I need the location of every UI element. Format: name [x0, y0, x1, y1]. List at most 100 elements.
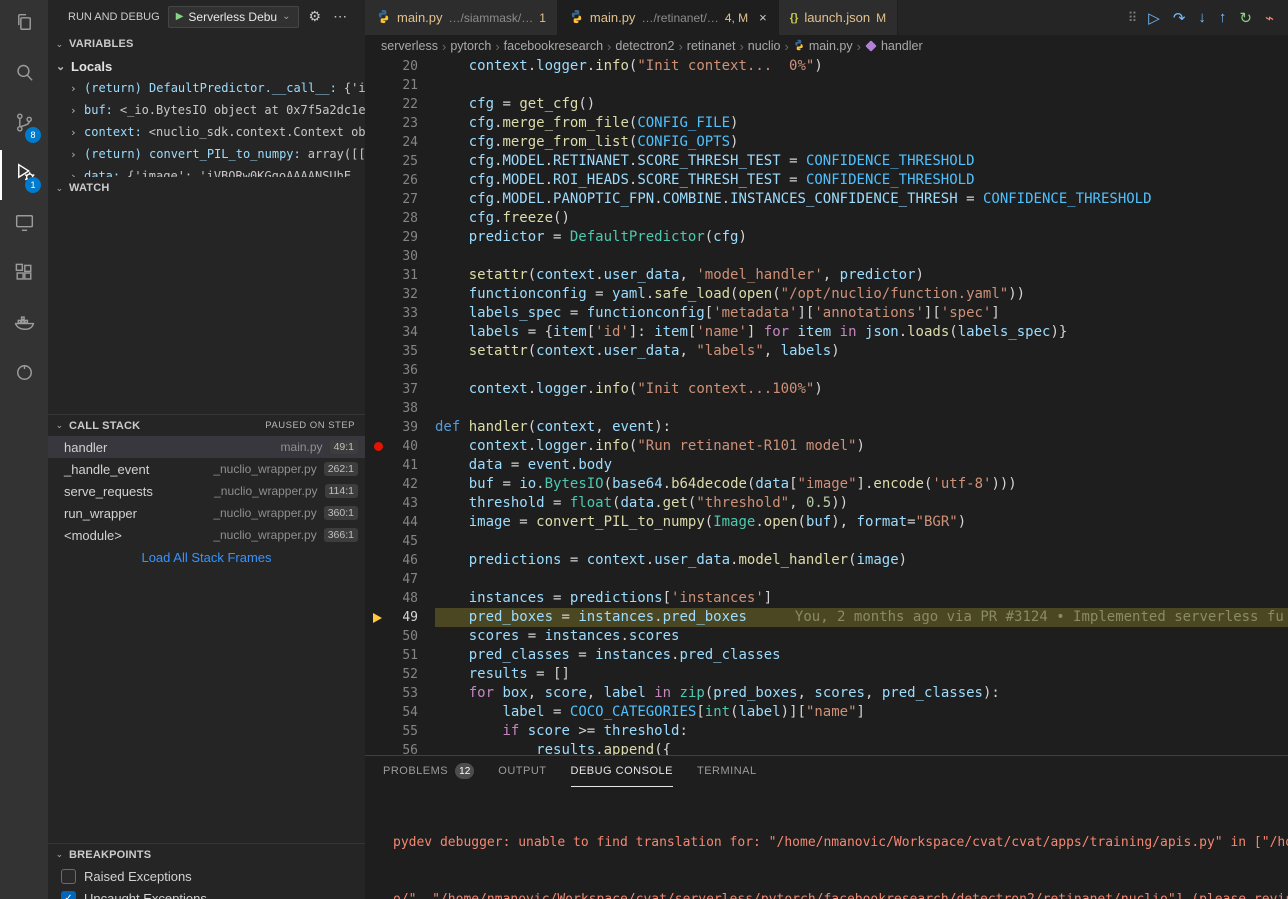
- sidebar-item-search[interactable]: [0, 50, 48, 100]
- gutter[interactable]: 56: [365, 743, 435, 755]
- chevron-right-icon[interactable]: ›: [70, 82, 81, 95]
- code-line[interactable]: 53 for box, score, label in zip(pred_box…: [365, 684, 1288, 703]
- stack-frame[interactable]: _handle_event _nuclio_wrapper.py 262:1: [48, 458, 365, 480]
- code-line[interactable]: 31 setattr(context.user_data, 'model_han…: [365, 266, 1288, 285]
- code-line[interactable]: 46 predictions = context.user_data.model…: [365, 551, 1288, 570]
- chevron-right-icon[interactable]: ›: [70, 170, 81, 178]
- gutter[interactable]: 28: [365, 211, 435, 226]
- sidebar-item-run-and-debug[interactable]: 1: [0, 150, 48, 200]
- code-line[interactable]: 54 label = COCO_CATEGORIES[int(label)]["…: [365, 703, 1288, 722]
- breakpoint-icon[interactable]: [374, 442, 383, 451]
- stack-frame[interactable]: <module> _nuclio_wrapper.py 366:1: [48, 524, 365, 546]
- gutter[interactable]: 31: [365, 268, 435, 283]
- code-line[interactable]: 38: [365, 399, 1288, 418]
- drag-handle-icon[interactable]: ⠿: [1128, 10, 1136, 26]
- gutter[interactable]: 27: [365, 192, 435, 207]
- code-line[interactable]: 29 predictor = DefaultPredictor(cfg): [365, 228, 1288, 247]
- variable-row[interactable]: › buf: <_io.BytesIO object at 0x7f5a2dc1…: [48, 99, 365, 121]
- gutter[interactable]: 51: [365, 648, 435, 663]
- gutter[interactable]: 33: [365, 306, 435, 321]
- gutter[interactable]: 29: [365, 230, 435, 245]
- chevron-right-icon[interactable]: ›: [70, 148, 81, 161]
- gutter[interactable]: 24: [365, 135, 435, 150]
- code-line[interactable]: 47: [365, 570, 1288, 589]
- gutter[interactable]: 22: [365, 97, 435, 112]
- gutter[interactable]: 46: [365, 553, 435, 568]
- gutter[interactable]: 40: [365, 439, 435, 454]
- chevron-down-icon[interactable]: ⌄: [56, 60, 67, 73]
- disconnect-button[interactable]: ⌁: [1265, 9, 1274, 27]
- breakpoint-option[interactable]: ✓ Uncaught Exceptions: [48, 887, 365, 899]
- code-line[interactable]: 27 cfg.MODEL.PANOPTIC_FPN.COMBINE.INSTAN…: [365, 190, 1288, 209]
- code-line[interactable]: 52 results = []: [365, 665, 1288, 684]
- sidebar-item-extensions[interactable]: [0, 250, 48, 300]
- code-line[interactable]: 55 if score >= threshold:: [365, 722, 1288, 741]
- gutter[interactable]: 21: [365, 78, 435, 93]
- tab-problems[interactable]: PROBLEMS 12: [383, 756, 474, 787]
- continue-button[interactable]: ▷: [1148, 9, 1160, 27]
- gutter[interactable]: 42: [365, 477, 435, 492]
- debug-start-icon[interactable]: ▶: [176, 11, 184, 22]
- breadcrumb-item[interactable]: handler: [881, 39, 923, 53]
- code-line[interactable]: 28 cfg.freeze(): [365, 209, 1288, 228]
- variables-section-header[interactable]: ⌄ VARIABLES: [48, 33, 365, 55]
- gutter[interactable]: 36: [365, 363, 435, 378]
- debug-console-output[interactable]: pydev debugger: unable to find translati…: [365, 787, 1288, 899]
- debug-config-select[interactable]: ▶ Serverless Debu ⌄: [168, 6, 299, 28]
- gutter[interactable]: 49: [365, 610, 435, 625]
- gutter[interactable]: 32: [365, 287, 435, 302]
- gutter[interactable]: 53: [365, 686, 435, 701]
- code-line[interactable]: 36: [365, 361, 1288, 380]
- code-line[interactable]: 34 labels = {item['id']: item['name'] fo…: [365, 323, 1288, 342]
- gutter[interactable]: 48: [365, 591, 435, 606]
- code-line[interactable]: 51 pred_classes = instances.pred_classes: [365, 646, 1288, 665]
- code-line[interactable]: 41 data = event.body: [365, 456, 1288, 475]
- gutter[interactable]: 25: [365, 154, 435, 169]
- code-line[interactable]: 44 image = convert_PIL_to_numpy(Image.op…: [365, 513, 1288, 532]
- code-line[interactable]: 48 instances = predictions['instances']: [365, 589, 1288, 608]
- gutter[interactable]: 26: [365, 173, 435, 188]
- code-line[interactable]: 37 context.logger.info("Init context...1…: [365, 380, 1288, 399]
- tab-output[interactable]: OUTPUT: [498, 756, 546, 787]
- tab-launch-json[interactable]: {} launch.json M: [779, 0, 898, 35]
- code-line[interactable]: 25 cfg.MODEL.RETINANET.SCORE_THRESH_TEST…: [365, 152, 1288, 171]
- breadcrumb-item[interactable]: detectron2: [615, 39, 674, 53]
- code-line[interactable]: 23 cfg.merge_from_file(CONFIG_FILE): [365, 114, 1288, 133]
- code-line[interactable]: 22 cfg = get_cfg(): [365, 95, 1288, 114]
- gutter[interactable]: 55: [365, 724, 435, 739]
- step-out-button[interactable]: ↑: [1219, 9, 1227, 26]
- variable-row[interactable]: › data: {'image': 'iVBORw0KGgoAAAANSUhE…: [48, 165, 365, 177]
- breadcrumb-item[interactable]: pytorch: [450, 39, 491, 53]
- sidebar-item-source-control[interactable]: 8: [0, 100, 48, 150]
- gutter[interactable]: 54: [365, 705, 435, 720]
- code-line[interactable]: 42 buf = io.BytesIO(base64.b64decode(dat…: [365, 475, 1288, 494]
- code-line[interactable]: 39def handler(context, event):: [365, 418, 1288, 437]
- step-into-button[interactable]: ↓: [1198, 9, 1206, 26]
- watch-section-header[interactable]: ⌄ WATCH: [48, 177, 365, 199]
- breadcrumb-item[interactable]: nuclio: [748, 39, 781, 53]
- breakpoint-option[interactable]: Raised Exceptions: [48, 865, 365, 887]
- code-line[interactable]: 26 cfg.MODEL.ROI_HEADS.SCORE_THRESH_TEST…: [365, 171, 1288, 190]
- breadcrumb-item[interactable]: main.py: [809, 39, 853, 53]
- tab-main-py-retinanet[interactable]: main.py …/retinanet/… 4, M ×: [558, 0, 779, 35]
- code-line[interactable]: 30: [365, 247, 1288, 266]
- breadcrumb-item[interactable]: retinanet: [687, 39, 736, 53]
- code-line[interactable]: 20 context.logger.info("Init context... …: [365, 57, 1288, 76]
- step-over-button[interactable]: ↷: [1173, 9, 1186, 27]
- gutter[interactable]: 38: [365, 401, 435, 416]
- variable-row[interactable]: › (return) convert_PIL_to_numpy: array([…: [48, 143, 365, 165]
- call-stack-section-header[interactable]: ⌄ CALL STACK PAUSED ON STEP: [48, 414, 365, 436]
- code-line[interactable]: 24 cfg.merge_from_list(CONFIG_OPTS): [365, 133, 1288, 152]
- gutter[interactable]: 35: [365, 344, 435, 359]
- stack-frame[interactable]: run_wrapper _nuclio_wrapper.py 360:1: [48, 502, 365, 524]
- chevron-right-icon[interactable]: ›: [70, 104, 81, 117]
- more-icon[interactable]: ⋯: [331, 8, 349, 25]
- code-line[interactable]: 45: [365, 532, 1288, 551]
- code-line[interactable]: 33 labels_spec = functionconfig['metadat…: [365, 304, 1288, 323]
- gear-icon[interactable]: ⚙: [307, 8, 324, 25]
- code-line[interactable]: 43 threshold = float(data.get("threshold…: [365, 494, 1288, 513]
- code-line[interactable]: 32 functionconfig = yaml.safe_load(open(…: [365, 285, 1288, 304]
- chevron-right-icon[interactable]: ›: [70, 126, 81, 139]
- stack-frame[interactable]: handler main.py 49:1: [48, 436, 365, 458]
- gutter[interactable]: 45: [365, 534, 435, 549]
